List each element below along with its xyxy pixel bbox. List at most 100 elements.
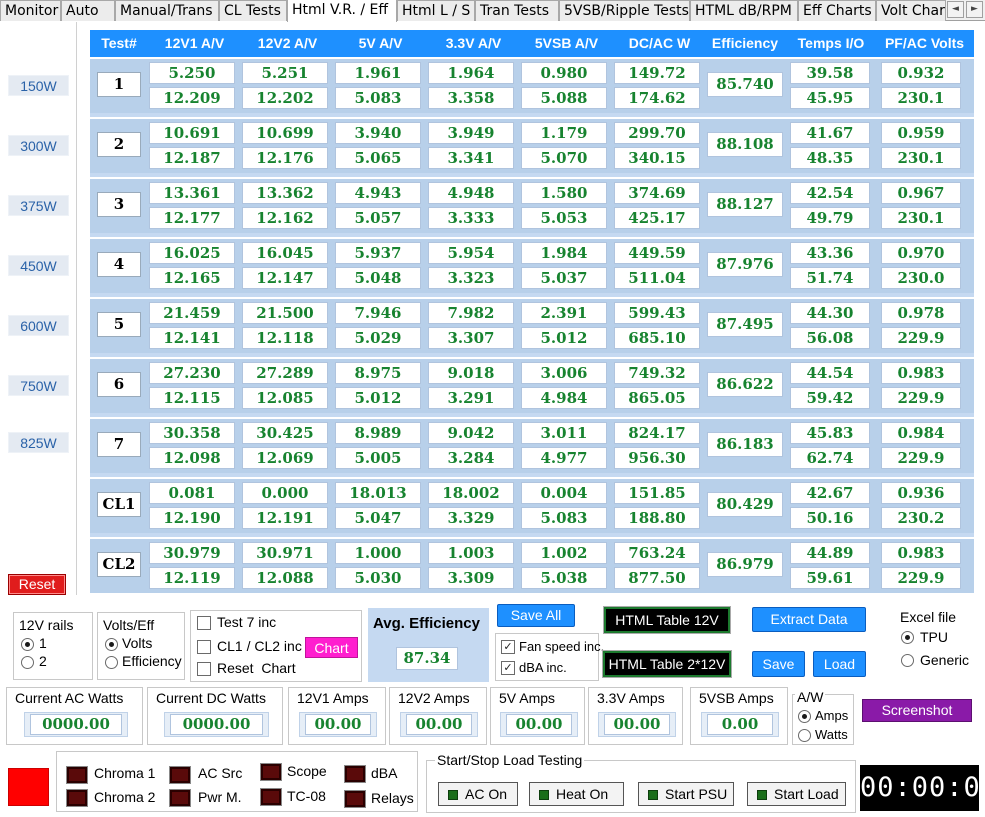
measurement-title: 12V2 Amps [398,690,470,706]
wattage-button-300w[interactable]: 300W [8,135,69,156]
pwr-m-indicator-icon [169,789,191,807]
excel-generic-radio[interactable] [901,654,914,667]
wattage-button-750w[interactable]: 750W [8,375,69,396]
temp-cell: 42.67 [790,482,870,504]
amps-radio[interactable] [798,710,811,723]
header-5vsb: 5VSB A/V [534,35,599,51]
tab-5vsb-ripple[interactable]: 5VSB/Ripple Tests [559,0,690,21]
value-cell: 3.309 [428,567,514,589]
ac-src-label: AC Src [198,765,243,781]
wattage-button-150w[interactable]: 150W [8,75,69,96]
temp-cell: 62.74 [790,447,870,469]
measurement-title: 3.3V Amps [597,690,665,706]
dba-indicator-label: dBA [371,765,398,781]
tab-eff-charts[interactable]: Eff Charts [798,0,876,21]
value-cell: 0.000 [242,482,328,504]
start-psu-button[interactable]: Start PSU [638,782,734,806]
measurement-group: 5VSB Amps 0.00 [690,687,788,745]
ac-on-label: AC On [465,786,508,802]
tab-monitor[interactable]: Monitor [0,0,61,21]
rails-group: 12V rails 1 2 [13,612,93,680]
efficiency-radio[interactable] [105,656,118,669]
wattage-button-375w[interactable]: 375W [8,195,69,216]
tab-auto[interactable]: Auto [61,0,115,21]
temp-cell: 50.16 [790,507,870,529]
excel-file-title: Excel file [900,609,957,625]
test-number-cell: CL2 [97,552,141,577]
measurement-title: 12V1 Amps [297,690,369,706]
pf-volts-cell: 229.9 [881,327,961,349]
ac-on-button[interactable]: AC On [438,782,518,806]
measurement-value: 0.00 [707,714,773,735]
measurement-title: 5V Amps [499,690,556,706]
fan-speed-checkbox[interactable]: ✓ [501,640,515,654]
temp-cell: 45.83 [790,422,870,444]
wattage-button-600w[interactable]: 600W [8,315,69,336]
value-cell: 374.69 [614,182,700,204]
value-cell: 27.230 [149,362,235,384]
header-3v3: 3.3V A/V [445,35,502,51]
reset-button[interactable]: Reset [8,574,66,595]
start-load-button[interactable]: Start Load [747,782,846,806]
measurement-value: 0000.00 [30,714,122,735]
html-table-2x12v-button[interactable]: HTML Table 2*12V [603,651,731,677]
value-cell: 3.333 [428,207,514,229]
excel-generic-label: Generic [920,652,970,668]
value-cell: 12.190 [149,507,235,529]
dba-checkbox[interactable]: ✓ [501,661,515,675]
measurement-title: Current AC Watts [15,690,124,706]
value-cell: 5.005 [335,447,421,469]
measurement-group: Current DC Watts 0000.00 [147,687,283,745]
volts-radio[interactable] [105,638,118,651]
pf-volts-cell: 0.932 [881,62,961,84]
screenshot-button[interactable]: Screenshot [862,699,972,722]
measurement-display: 00.00 [299,712,377,737]
test7-checkbox[interactable] [197,616,211,630]
pf-volts-cell: 0.970 [881,242,961,264]
tab-manual-trans[interactable]: Manual/Trans [115,0,219,21]
save-all-button[interactable]: Save All [497,604,575,627]
tab-cl-tests[interactable]: CL Tests [219,0,287,21]
tab-tran-tests[interactable]: Tran Tests [475,0,559,21]
load-button[interactable]: Load [813,651,866,677]
tab-html-db-rpm[interactable]: HTML dB/RPM [690,0,798,21]
wattage-button-825w[interactable]: 825W [8,432,69,453]
wattage-button-450w[interactable]: 450W [8,255,69,276]
test-number-cell: 6 [97,372,141,397]
table-row: 1 5.250 12.209 5.251 12.202 1.961 5.083 1.964 3.… [90,57,974,113]
rails-radio-2[interactable] [21,656,34,669]
temp-cell: 44.54 [790,362,870,384]
tab-volt-chart[interactable]: Volt Chart [876,0,946,21]
pf-volts-cell: 0.936 [881,482,961,504]
pf-volts-cell: 230.1 [881,87,961,109]
header-12v1: 12V1 A/V [164,35,225,51]
header-test: Test# [101,35,137,51]
rails-radio-1[interactable] [21,638,34,651]
tab-html-ls[interactable]: Html L / S [397,0,475,21]
value-cell: 1.964 [428,62,514,84]
load-testing-title: Start/Stop Load Testing [435,752,585,768]
start-psu-led-icon [648,790,658,800]
cl12-checkbox[interactable] [197,640,211,654]
reset-chart-checkbox[interactable] [197,662,211,676]
value-cell: 3.329 [428,507,514,529]
table-row: 2 10.691 12.187 10.699 12.176 3.940 5.065 3.949… [90,117,974,173]
pf-volts-cell: 230.2 [881,507,961,529]
excel-tpu-radio[interactable] [901,631,914,644]
heat-on-button[interactable]: Heat On [529,782,624,806]
extract-data-button[interactable]: Extract Data [752,607,866,632]
value-cell: 1.002 [521,542,607,564]
value-cell: 18.002 [428,482,514,504]
wattage-panel [0,22,77,595]
tab-scroll-left-icon[interactable]: ◄ [947,1,964,18]
html-table-12v-button[interactable]: HTML Table 12V [604,607,730,633]
chart-button[interactable]: Chart [305,637,358,658]
tab-scroll-right-icon[interactable]: ► [966,1,983,18]
save-button[interactable]: Save [752,651,805,677]
measurement-display: 00.00 [500,712,578,737]
tab-html-vr-eff[interactable]: Html V.R. / Eff [287,0,397,22]
value-cell: 1.179 [521,122,607,144]
value-cell: 12.118 [242,327,328,349]
value-cell: 1.961 [335,62,421,84]
watts-radio[interactable] [798,729,811,742]
